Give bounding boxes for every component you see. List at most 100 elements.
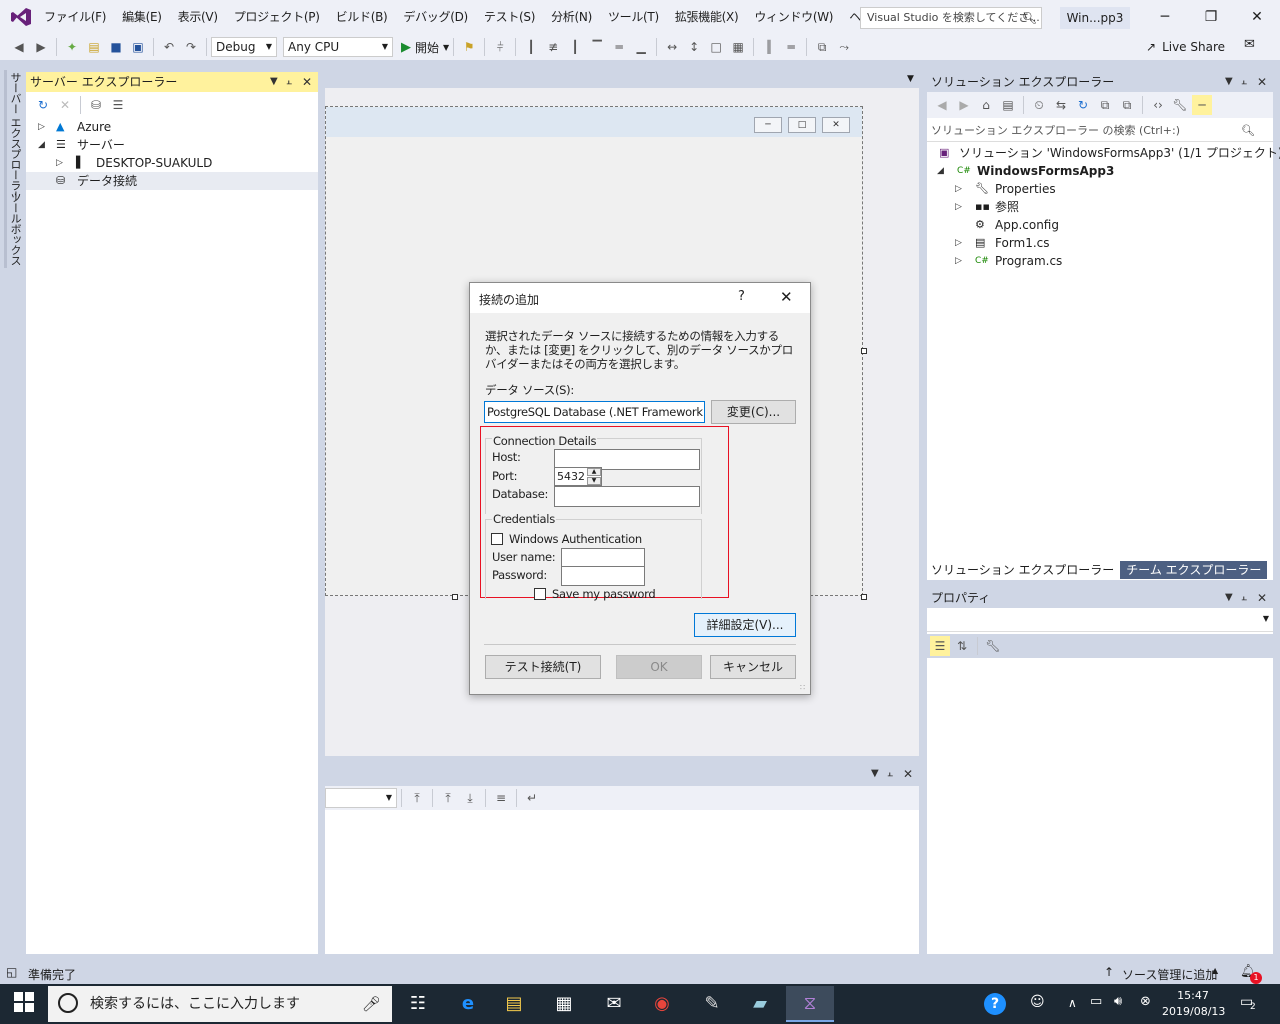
task-view-icon[interactable]: ☷ <box>394 986 442 1022</box>
vs-search-input[interactable]: Visual Studio を検索してくださ... 🔍︎ <box>860 7 1042 29</box>
align-left-icon[interactable]: ┃ <box>521 37 541 57</box>
volume-icon[interactable]: 🔊︎ <box>1114 994 1122 1009</box>
live-share-button[interactable]: ↗ Live Share <box>1146 37 1225 57</box>
stop-icon[interactable]: ✕ <box>55 95 75 115</box>
change-button[interactable]: 変更(C)... <box>711 400 796 424</box>
menu-build[interactable]: ビルド(B) <box>328 0 396 34</box>
menu-debug[interactable]: デバッグ(D) <box>395 0 476 34</box>
align-icon[interactable]: ⫩ <box>490 37 510 57</box>
visual-studio-taskbar-icon[interactable]: ⧖ <box>786 986 834 1022</box>
show-all-files-icon[interactable]: ⧉ <box>1117 95 1137 115</box>
add-to-source-control-button[interactable]: ソース管理に追加 <box>1122 966 1217 983</box>
back-icon[interactable]: ◀ <box>932 95 952 115</box>
forward-icon[interactable]: ▶ <box>31 37 51 57</box>
expand-icon[interactable]: ▷ <box>955 234 962 252</box>
pin-icon[interactable]: ⫠ <box>286 72 292 92</box>
restore-button[interactable]: ❐ <box>1188 0 1234 34</box>
output-source-dropdown[interactable]: ▼ <box>325 788 397 808</box>
properties-icon[interactable]: 🔧︎ <box>1170 95 1190 115</box>
open-folder-icon[interactable]: ▤ <box>84 37 104 57</box>
menu-file[interactable]: ファイル(F) <box>36 0 114 34</box>
tree-item-project[interactable]: ◢ C# WindowsFormsApp3 <box>927 162 1273 180</box>
new-project-icon[interactable]: ✦ <box>62 37 82 57</box>
pin-icon[interactable]: ⫠ <box>1241 588 1247 608</box>
ok-button[interactable]: OK <box>616 655 702 679</box>
resize-handle[interactable] <box>861 594 867 600</box>
tab-solution-explorer[interactable]: ソリューション エクスプローラー <box>927 560 1119 580</box>
word-wrap-icon[interactable]: ↵ <box>522 788 542 808</box>
forward-icon[interactable]: ▶ <box>954 95 974 115</box>
save-icon[interactable]: ■ <box>106 37 126 57</box>
refresh-icon[interactable]: ↻ <box>33 95 53 115</box>
resize-handle[interactable] <box>452 594 458 600</box>
close-window-button[interactable]: ✕ <box>1234 0 1280 34</box>
refresh-icon[interactable]: ↻ <box>1073 95 1093 115</box>
switch-views-icon[interactable]: ▤ <box>998 95 1018 115</box>
ime-icon[interactable]: ⊗ <box>1140 994 1151 1009</box>
connect-server-icon[interactable]: ☰ <box>108 95 128 115</box>
taskbar-search-box[interactable]: 検索するには、ここに入力します 🎤︎ <box>48 986 392 1022</box>
menu-analyze[interactable]: 分析(N) <box>543 0 600 34</box>
password-input[interactable] <box>561 566 645 586</box>
advanced-button[interactable]: 詳細設定(V)... <box>694 613 796 637</box>
tab-order-icon[interactable]: ⤳ <box>834 37 854 57</box>
datasource-field[interactable]: PostgreSQL Database (.NET Framework D <box>484 401 705 423</box>
find-icon[interactable]: ⚑ <box>459 37 479 57</box>
close-icon[interactable]: ✕ <box>903 764 913 784</box>
people-icon[interactable]: ☺ <box>1030 994 1045 1010</box>
tree-item-solution[interactable]: ▣ ソリューション 'WindowsFormsApp3' (1/1 プロジェクト… <box>927 144 1280 162</box>
cancel-button[interactable]: キャンセル <box>710 655 796 679</box>
close-icon[interactable]: ✕ <box>302 72 312 92</box>
chrome-icon[interactable]: ◉ <box>638 986 686 1022</box>
store-icon[interactable]: ▦ <box>540 986 588 1022</box>
sync-icon[interactable]: ⇆ <box>1051 95 1071 115</box>
port-down-icon[interactable]: ▼ <box>587 477 601 485</box>
chevron-down-icon[interactable]: ▼ <box>1225 588 1233 608</box>
microphone-icon[interactable]: 🎤︎ <box>362 986 381 1022</box>
file-explorer-icon[interactable]: ▤ <box>490 986 538 1022</box>
tab-team-explorer[interactable]: チーム エクスプローラー <box>1120 561 1268 579</box>
menu-window[interactable]: ウィンドウ(W) <box>746 0 841 34</box>
clear-all-icon[interactable]: ≡ <box>491 788 511 808</box>
menu-extensions[interactable]: 拡張機能(X) <box>667 0 747 34</box>
expand-icon[interactable]: ▷ <box>955 180 962 198</box>
align-top-icon[interactable]: ▔ <box>587 37 607 57</box>
back-icon[interactable]: ◀ <box>9 37 29 57</box>
previous-message-icon[interactable]: ⤒ <box>438 788 458 808</box>
preview-icon[interactable]: ─ <box>1192 95 1212 115</box>
size-to-grid-icon[interactable]: ▦ <box>728 37 748 57</box>
undo-icon[interactable]: ↶ <box>159 37 179 57</box>
tab-server-explorer[interactable]: サーバー エクスプローラー <box>4 70 23 203</box>
visual-studio-logo-icon[interactable] <box>10 7 32 27</box>
collapse-all-icon[interactable]: ⧉ <box>1095 95 1115 115</box>
configuration-dropdown[interactable]: Debug ▼ <box>211 37 277 57</box>
pending-changes-icon[interactable]: ⏲ <box>1029 95 1049 115</box>
save-password-checkbox[interactable] <box>534 588 546 600</box>
collapse-icon[interactable]: ◢ <box>38 136 45 154</box>
tab-toolbox[interactable]: ツールボックス <box>4 190 23 268</box>
menu-edit[interactable]: 編集(E) <box>114 0 169 34</box>
solution-name-badge[interactable]: Win...pp3 <box>1060 7 1130 29</box>
mail-icon[interactable]: ✉ <box>590 986 638 1022</box>
tree-item-program[interactable]: ▷ C# Program.cs <box>927 252 1273 270</box>
windows-start-icon[interactable] <box>14 992 34 1012</box>
bring-to-front-icon[interactable]: ⧉ <box>812 37 832 57</box>
redo-icon[interactable]: ↷ <box>181 37 201 57</box>
close-icon[interactable]: ✕ <box>1257 588 1267 608</box>
tree-item-data-connections[interactable]: ⛁ データ接続 <box>26 172 318 190</box>
tree-item-references[interactable]: ▷ ▪▪ 参照 <box>927 198 1273 216</box>
chevron-up-icon[interactable]: ∧ <box>1068 996 1077 1010</box>
resize-grip-icon[interactable]: ∷ <box>800 683 805 692</box>
pin-icon[interactable]: ⫠ <box>887 764 893 784</box>
align-right-icon[interactable]: ┃ <box>565 37 585 57</box>
chevron-down-icon[interactable]: ▼ <box>270 72 278 92</box>
tree-item-properties[interactable]: ▷ 🔧︎ Properties <box>927 180 1273 198</box>
menu-test[interactable]: テスト(S) <box>476 0 543 34</box>
edge-icon[interactable]: e <box>444 986 492 1022</box>
menu-tools[interactable]: ツール(T) <box>600 0 667 34</box>
tree-item-servers[interactable]: ◢ ☰ サーバー <box>26 136 318 154</box>
database-input[interactable] <box>554 486 700 507</box>
output-content[interactable] <box>325 810 919 954</box>
test-connection-button[interactable]: テスト接続(T) <box>485 655 601 679</box>
chevron-down-icon[interactable]: ▼ <box>871 764 879 784</box>
